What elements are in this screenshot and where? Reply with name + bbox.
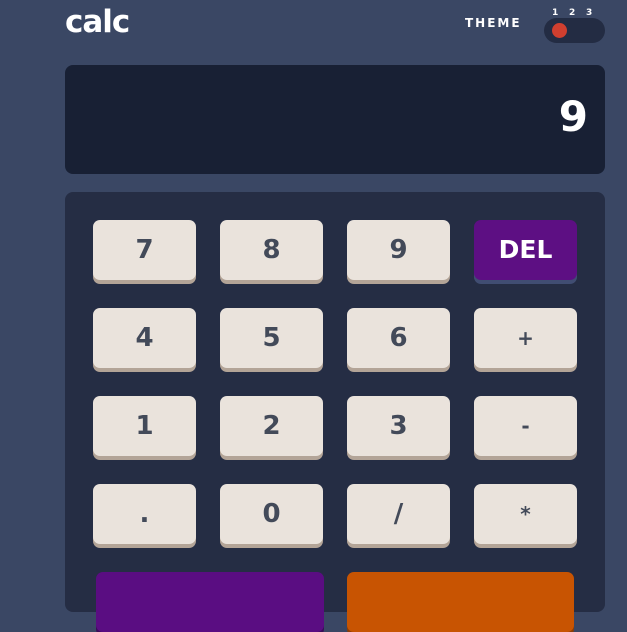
key-6[interactable]: 6 bbox=[347, 308, 450, 368]
display-value: 9 bbox=[558, 92, 588, 141]
calculator-app: calc THEME 1 2 3 9 7 8 9 DEL 4 5 6 + 1 2… bbox=[65, 0, 605, 632]
key-decimal[interactable]: . bbox=[93, 484, 196, 544]
key-multiply[interactable]: * bbox=[474, 484, 577, 544]
equals-button[interactable] bbox=[347, 572, 574, 632]
keypad: 7 8 9 DEL 4 5 6 + 1 2 3 - . 0 / * bbox=[65, 192, 605, 632]
key-2[interactable]: 2 bbox=[220, 396, 323, 456]
theme-toggle[interactable] bbox=[544, 18, 605, 43]
key-1[interactable]: 1 bbox=[93, 396, 196, 456]
key-minus[interactable]: - bbox=[474, 396, 577, 456]
theme-number-2: 2 bbox=[569, 8, 576, 18]
theme-numbers: 1 2 3 bbox=[552, 8, 604, 18]
theme-number-3: 3 bbox=[586, 8, 593, 18]
key-9[interactable]: 9 bbox=[347, 220, 450, 280]
key-divide[interactable]: / bbox=[347, 484, 450, 544]
theme-toggle-knob[interactable] bbox=[552, 23, 567, 38]
theme-label: THEME bbox=[465, 16, 522, 30]
delete-button[interactable]: DEL bbox=[474, 220, 577, 280]
reset-button[interactable] bbox=[96, 572, 324, 632]
theme-number-1: 1 bbox=[552, 8, 559, 18]
header: calc THEME 1 2 3 bbox=[65, 0, 605, 50]
key-5[interactable]: 5 bbox=[220, 308, 323, 368]
key-0[interactable]: 0 bbox=[220, 484, 323, 544]
key-7[interactable]: 7 bbox=[93, 220, 196, 280]
key-4[interactable]: 4 bbox=[93, 308, 196, 368]
app-logo: calc bbox=[65, 4, 130, 40]
key-plus[interactable]: + bbox=[474, 308, 577, 368]
display-screen: 9 bbox=[65, 65, 605, 174]
key-3[interactable]: 3 bbox=[347, 396, 450, 456]
key-8[interactable]: 8 bbox=[220, 220, 323, 280]
